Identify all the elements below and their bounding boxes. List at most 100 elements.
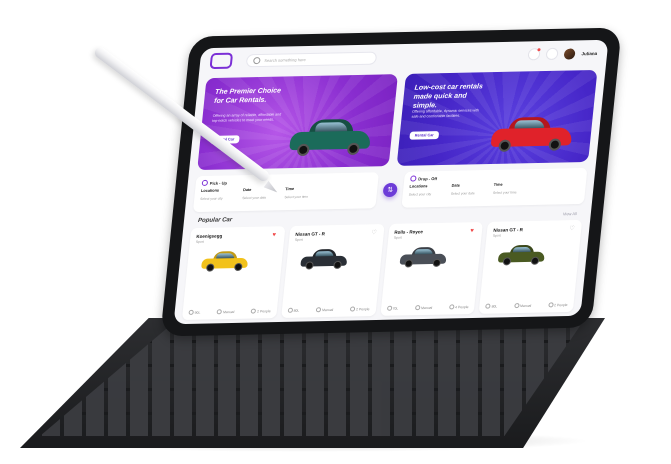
- dropoff-time-select[interactable]: Time Select your time: [492, 182, 518, 195]
- popular-title: Popular Car: [197, 217, 233, 224]
- dropoff-radio-icon[interactable]: [410, 175, 417, 182]
- seats-spec: 2 People: [250, 308, 271, 314]
- fuel-spec: 80L: [287, 307, 300, 313]
- car-image: [498, 244, 546, 268]
- fuel-icon: [485, 303, 491, 309]
- dropoff-date-value: Select your date: [450, 191, 475, 196]
- banner-1-title: The Premier Choice for Car Rentals.: [213, 87, 282, 105]
- car-type: Sport: [492, 233, 502, 238]
- transmission-value: Manual: [321, 307, 334, 312]
- pickup-date-label: Date: [242, 187, 252, 193]
- product-mockup-scene: Search something here Juliana The Premie…: [0, 0, 671, 464]
- seats-spec: 4 People: [448, 304, 469, 310]
- dropoff-location-label: Locations: [409, 184, 428, 189]
- banner-2-car-image: [490, 116, 574, 156]
- car-image: [399, 246, 447, 270]
- transmission-spec: Manual: [216, 309, 235, 315]
- people-icon: [448, 304, 455, 310]
- notification-bell-icon[interactable]: [527, 48, 542, 61]
- fuel-value: 80L: [491, 303, 498, 309]
- car-card[interactable]: Koenigsegg Sport ♥ 90L Manual 2 People: [181, 226, 286, 321]
- people-icon: [250, 308, 257, 314]
- people-icon: [349, 306, 356, 312]
- tablet-device: Search something here Juliana The Premie…: [160, 27, 622, 337]
- dropoff-time-value: Select your time: [492, 190, 517, 195]
- car-card[interactable]: Nissan GT - R Sport ♡ 80L Manual 2 Peopl…: [280, 224, 385, 318]
- favorite-heart-icon[interactable]: ♡: [569, 226, 576, 232]
- fuel-value: 90L: [194, 310, 201, 315]
- dropoff-date-select[interactable]: Date Select your date: [450, 183, 476, 196]
- fuel-icon: [188, 309, 194, 315]
- favorite-heart-icon[interactable]: ♡: [371, 230, 378, 236]
- fuel-icon: [386, 305, 392, 311]
- fuel-spec: 80L: [485, 303, 498, 309]
- pickup-time-label: Time: [285, 187, 295, 192]
- pickup-title: Pick - Up: [201, 179, 228, 186]
- favorite-heart-icon[interactable]: ♥: [272, 232, 279, 238]
- banner-2-title: Low-cost car rentals made quick and simp…: [412, 83, 484, 110]
- car-image: [300, 248, 348, 272]
- fuel-spec: 90L: [188, 309, 201, 315]
- pickup-location-select[interactable]: Locations Select your city: [200, 188, 224, 201]
- top-navigation-bar: Search something here Juliana: [199, 40, 609, 74]
- fuel-value: 80L: [293, 308, 300, 313]
- avatar[interactable]: [564, 47, 577, 60]
- app-logo-icon[interactable]: [209, 52, 234, 70]
- swap-locations-icon[interactable]: ⇅: [382, 182, 398, 198]
- pickup-time-select[interactable]: Time Select your time: [284, 187, 309, 199]
- dropoff-title: Drop - Off: [410, 175, 437, 182]
- banner-1-car-image: [288, 118, 372, 161]
- car-name: Nissan GT - R: [493, 227, 524, 233]
- people-icon: [547, 302, 554, 308]
- car-card[interactable]: Nissan GT - R Sport ♡ 80L Manual 2 Peopl…: [478, 219, 583, 314]
- car-name: Nissan GT - R: [295, 231, 326, 237]
- user-name[interactable]: Juliana: [581, 50, 597, 55]
- car-specs: 80L Manual 2 People: [485, 302, 568, 309]
- car-card[interactable]: Rolls - Royce Sport ♥ 70L Manual 4 Peopl…: [379, 221, 484, 316]
- dropoff-time-label: Time: [493, 182, 503, 187]
- seats-value: 4 People: [454, 304, 469, 309]
- seats-value: 2 People: [256, 308, 271, 313]
- seats-spec: 2 People: [349, 306, 370, 312]
- pickup-time-value: Select your time: [284, 194, 309, 200]
- transmission-value: Manual: [223, 309, 235, 314]
- banner-2-subtitle: Offering affordable, dynamic services wi…: [411, 108, 480, 119]
- pickup-location-label: Locations: [200, 188, 220, 193]
- search-placeholder: Search something here: [264, 56, 307, 63]
- pickup-panel: Pick - Up Locations Select your city Date…: [192, 172, 379, 213]
- car-type: Sport: [294, 237, 304, 242]
- car-specs: 90L Manual 2 People: [188, 308, 271, 315]
- promo-banners: The Premier Choice for Car Rentals. Offe…: [197, 69, 598, 171]
- settings-gear-icon[interactable]: [545, 47, 560, 61]
- transmission-spec: Manual: [414, 305, 433, 311]
- pickup-date-select[interactable]: Date Select your date: [242, 188, 267, 200]
- seats-value: 2 People: [355, 306, 370, 311]
- dropoff-location-value: Select your city: [408, 192, 432, 197]
- transmission-icon: [513, 303, 520, 309]
- banner-2-rental-button[interactable]: Rental Car: [409, 131, 440, 140]
- car-specs: 70L Manual 4 People: [386, 304, 469, 311]
- transmission-icon: [414, 305, 421, 311]
- favorite-heart-icon[interactable]: ♥: [470, 228, 477, 234]
- tablet-screen: Search something here Juliana The Premie…: [173, 39, 609, 325]
- promo-banner-2[interactable]: Low-cost car rentals made quick and simp…: [396, 69, 598, 166]
- car-name: Koenigsegg: [196, 233, 223, 239]
- dropoff-panel: Drop - Off Locations Select your city Dat…: [401, 167, 588, 208]
- car-type: Sport: [393, 235, 403, 240]
- transmission-value: Manual: [420, 305, 433, 310]
- transmission-spec: Manual: [513, 303, 532, 309]
- fuel-icon: [287, 307, 293, 313]
- seats-value: 2 People: [553, 302, 568, 307]
- search-icon: [253, 56, 261, 64]
- pickup-radio-icon[interactable]: [201, 179, 209, 186]
- pickup-location-value: Select your city: [200, 196, 223, 201]
- car-type: Sport: [195, 239, 205, 244]
- search-input[interactable]: Search something here: [245, 51, 378, 67]
- dropoff-location-select[interactable]: Locations Select your city: [409, 184, 433, 196]
- pickup-date-value: Select your date: [242, 195, 267, 201]
- banner-1-subtitle: Offering an array of reliable, affordabl…: [211, 112, 282, 123]
- top-right-actions: Juliana: [527, 47, 598, 61]
- transmission-icon: [315, 307, 322, 313]
- dropoff-date-label: Date: [451, 183, 461, 188]
- view-all-link[interactable]: View All: [563, 211, 577, 216]
